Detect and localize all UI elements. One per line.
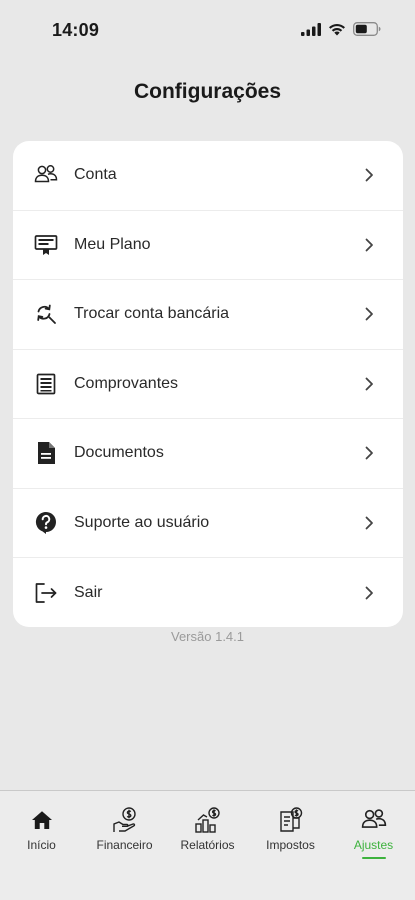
status-icons [301, 22, 381, 36]
wifi-icon [328, 23, 346, 36]
nav-item-impostos[interactable]: Impostos [249, 805, 332, 852]
settings-item-sair[interactable]: Sair [13, 558, 403, 627]
search-refresh-icon [33, 301, 59, 327]
nav-item-ajustes[interactable]: Ajustes [332, 805, 415, 859]
settings-list: Conta Meu Plano Trocar conta bancária Co… [13, 141, 403, 627]
users-icon [33, 162, 59, 188]
settings-item-suporte[interactable]: Suporte ao usuário [13, 489, 403, 558]
settings-item-documentos[interactable]: Documentos [13, 419, 403, 489]
nav-item-relatorios[interactable]: Relatórios [166, 805, 249, 852]
settings-item-trocar-conta[interactable]: Trocar conta bancária [13, 280, 403, 350]
nav-label: Impostos [266, 838, 315, 852]
settings-item-label: Comprovantes [74, 374, 179, 392]
app-version: Versão 1.4.1 [171, 629, 244, 644]
help-icon [33, 510, 59, 536]
chevron-right-icon [363, 167, 375, 183]
bottom-nav: Início Financeiro Relatórios Impostos Aj… [0, 790, 415, 900]
chevron-right-icon [363, 237, 375, 253]
settings-item-conta[interactable]: Conta [13, 141, 403, 211]
settings-item-label: Suporte ao usuário [74, 513, 210, 531]
taxes-icon [277, 805, 305, 835]
settings-item-label: Conta [74, 166, 117, 184]
signal-icon [301, 22, 321, 36]
settings-item-label: Sair [74, 583, 103, 601]
battery-icon [353, 22, 381, 36]
settings-item-comprovantes[interactable]: Comprovantes [13, 350, 403, 419]
chevron-right-icon [363, 515, 375, 531]
finance-icon [111, 805, 139, 835]
page-title: Configurações [133, 80, 282, 103]
settings-item-label: Meu Plano [74, 235, 151, 253]
chevron-right-icon [363, 306, 375, 322]
document-icon [33, 440, 59, 466]
home-icon [31, 805, 53, 835]
chevron-right-icon [363, 376, 375, 392]
chevron-right-icon [363, 585, 375, 601]
active-tab-indicator [361, 857, 386, 859]
receipt-icon [33, 371, 59, 397]
status-bar: 14:09 [0, 0, 415, 62]
settings-item-label: Documentos [74, 444, 164, 462]
reports-icon [194, 805, 222, 835]
settings-users-icon [361, 805, 387, 835]
settings-item-meu-plano[interactable]: Meu Plano [13, 211, 403, 280]
settings-screen: 14:09 Configurações Conta Meu Plano Troc… [0, 0, 415, 900]
certificate-icon [33, 232, 59, 258]
nav-item-inicio[interactable]: Início [0, 805, 83, 852]
chevron-right-icon [363, 445, 375, 461]
nav-label: Início [27, 838, 56, 852]
settings-item-label: Trocar conta bancária [74, 305, 230, 323]
nav-label: Relatórios [180, 838, 235, 852]
nav-label: Financeiro [96, 838, 153, 852]
nav-label: Ajustes [353, 838, 394, 852]
nav-item-financeiro[interactable]: Financeiro [83, 805, 166, 852]
status-time: 14:09 [52, 20, 100, 40]
logout-icon [33, 580, 59, 606]
